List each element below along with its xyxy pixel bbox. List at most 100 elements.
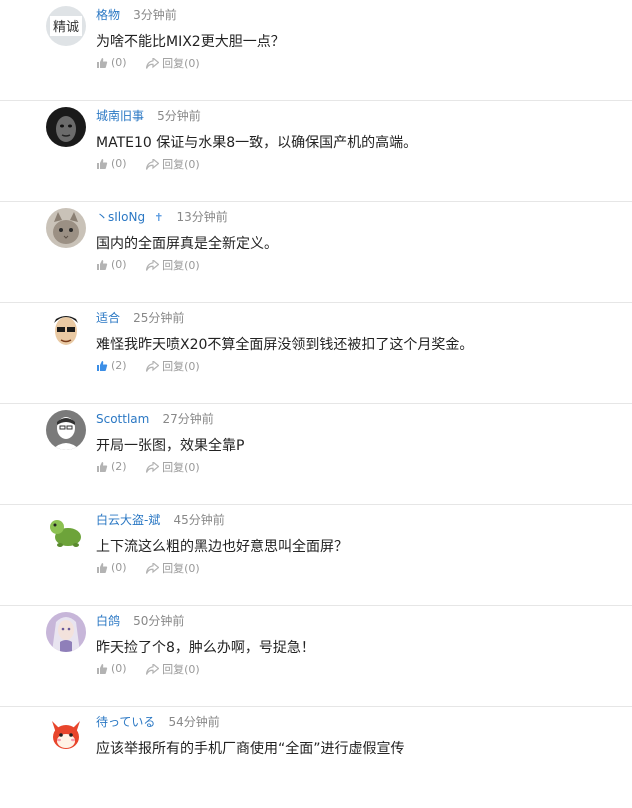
reply-arrow-icon [146, 361, 160, 372]
comment-list: 精诚 格物 3分钟前 为啥不能比MIX2更大胆一点？ (0) 回复 (0) 城南… [0, 0, 632, 808]
comment-text: 上下流这么粗的黑边也好意思叫全面屏？ [96, 539, 348, 555]
like-button[interactable]: (0) [96, 156, 127, 172]
avatar[interactable] [46, 713, 86, 753]
like-button[interactable]: (0) [96, 257, 127, 273]
reply-label: 回复 [162, 662, 185, 676]
comment-text: 难怪我昨天喷X20不算全面屏没领到钱还被扣了这个月奖金。 [96, 337, 474, 353]
reply-label: 回复 [162, 561, 185, 575]
reply-count: (0) [184, 157, 200, 171]
comment-text: 开局一张图，效果全靠P [96, 438, 245, 454]
like-count: (0) [111, 662, 127, 675]
avatar[interactable] [46, 208, 86, 248]
comment-item: 白鸽 50分钟前 昨天捡了个8，肿么办啊，号捉急！ (0) 回复 (0) [0, 606, 632, 707]
like-count: (0) [111, 561, 127, 574]
thumbs-up-icon [97, 159, 108, 169]
comment-item: 城南旧事 5分钟前 MATE10 保证与水果8一致，以确保国产机的高端。 (0)… [0, 101, 632, 202]
comment-item: 待っている 54分钟前 应该举报所有的手机厂商使用“全面”进行虚假宣传 [0, 707, 632, 808]
reply-count: (0) [184, 56, 200, 70]
avatar[interactable] [46, 612, 86, 652]
reply-count: (0) [184, 359, 200, 373]
timestamp: 3分钟前 [133, 8, 177, 22]
avatar-red-fox-icon [46, 713, 86, 753]
like-button[interactable]: (0) [96, 661, 127, 677]
avatar-dark-face-icon [46, 107, 86, 147]
comment-text: 国内的全面屏真是全新定义。 [96, 236, 278, 252]
username[interactable]: 丶sIloNg [96, 210, 145, 224]
reply-button[interactable]: 回复 (0) [146, 157, 200, 173]
reply-button[interactable]: 回复 (0) [146, 359, 200, 375]
timestamp: 27分钟前 [162, 412, 214, 426]
avatar[interactable] [46, 309, 86, 349]
reply-button[interactable]: 回复 (0) [146, 56, 200, 72]
reply-button[interactable]: 回复 (0) [146, 460, 200, 476]
vip-badge-icon: ✝ [154, 211, 164, 224]
comment-item: 白云大盗-斌 45分钟前 上下流这么粗的黑边也好意思叫全面屏？ (0) 回复 (… [0, 505, 632, 606]
timestamp: 45分钟前 [173, 513, 225, 527]
reply-count: (0) [184, 561, 200, 575]
avatar[interactable] [46, 511, 86, 551]
avatar-cat-icon [46, 208, 86, 248]
username[interactable]: Scottlam [96, 412, 149, 426]
username[interactable]: 城南旧事 [96, 109, 144, 123]
reply-arrow-icon [146, 260, 160, 271]
avatar[interactable] [46, 107, 86, 147]
reply-label: 回复 [162, 359, 185, 373]
thumbs-up-icon [97, 462, 108, 472]
timestamp: 50分钟前 [133, 614, 185, 628]
like-count: (2) [111, 359, 127, 372]
username[interactable]: 白云大盗-斌 [96, 513, 160, 527]
timestamp: 54分钟前 [168, 715, 220, 729]
comment-item: 适合 25分钟前 难怪我昨天喷X20不算全面屏没领到钱还被扣了这个月奖金。 (2… [0, 303, 632, 404]
thumbs-up-icon [97, 361, 108, 371]
comment-text: MATE10 保证与水果8一致，以确保国产机的高端。 [96, 135, 418, 151]
timestamp: 25分钟前 [133, 311, 185, 325]
username[interactable]: 白鸽 [96, 614, 120, 628]
thumbs-up-icon [97, 563, 108, 573]
reply-button[interactable]: 回复 (0) [146, 662, 200, 678]
like-count: (0) [111, 56, 127, 69]
like-button-active[interactable]: (2) [96, 358, 127, 374]
comment-item: 丶sIloNg ✝ 13分钟前 国内的全面屏真是全新定义。 (0) 回复 (0) [0, 202, 632, 303]
avatar-default-icon [46, 410, 86, 450]
reply-arrow-icon [146, 563, 160, 574]
comment-item: Scottlam 27分钟前 开局一张图，效果全靠P (2) 回复 (0) [0, 404, 632, 505]
reply-arrow-icon [146, 462, 160, 473]
reply-count: (0) [184, 258, 200, 272]
reply-label: 回复 [162, 258, 185, 272]
reply-label: 回复 [162, 56, 185, 70]
reply-arrow-icon [146, 159, 160, 170]
comment-text: 应该举报所有的手机厂商使用“全面”进行虚假宣传 [96, 741, 405, 757]
comment-item: 精诚 格物 3分钟前 为啥不能比MIX2更大胆一点？ (0) 回复 (0) [0, 0, 632, 101]
avatar-cartoon-glasses-icon [46, 309, 86, 349]
avatar[interactable] [46, 410, 86, 450]
comment-text: 昨天捡了个8，肿么办啊，号捉急！ [96, 640, 315, 656]
reply-count: (0) [184, 662, 200, 676]
thumbs-up-icon [97, 664, 108, 674]
avatar[interactable]: 精诚 [46, 6, 86, 46]
like-button[interactable]: (0) [96, 55, 127, 71]
like-button[interactable]: (0) [96, 560, 127, 576]
username[interactable]: 适合 [96, 311, 120, 325]
comment-text: 为啥不能比MIX2更大胆一点？ [96, 34, 285, 50]
reply-count: (0) [184, 460, 200, 474]
username[interactable]: 待っている [96, 715, 155, 729]
timestamp: 13分钟前 [176, 210, 228, 224]
avatar-logo-icon: 精诚 [46, 6, 86, 46]
like-button[interactable]: (2) [96, 459, 127, 475]
thumbs-up-icon [97, 260, 108, 270]
reply-label: 回复 [162, 157, 185, 171]
reply-arrow-icon [146, 664, 160, 675]
thumbs-up-icon [97, 58, 108, 68]
like-count: (2) [111, 460, 127, 473]
like-count: (0) [111, 157, 127, 170]
svg-text:精诚: 精诚 [53, 20, 79, 35]
timestamp: 5分钟前 [157, 109, 201, 123]
reply-label: 回复 [162, 460, 185, 474]
reply-button[interactable]: 回复 (0) [146, 258, 200, 274]
avatar-green-turtle-icon [46, 511, 86, 551]
like-count: (0) [111, 258, 127, 271]
username[interactable]: 格物 [96, 8, 120, 22]
reply-button[interactable]: 回复 (0) [146, 561, 200, 577]
reply-arrow-icon [146, 58, 160, 69]
avatar-anime-icon [46, 612, 86, 652]
